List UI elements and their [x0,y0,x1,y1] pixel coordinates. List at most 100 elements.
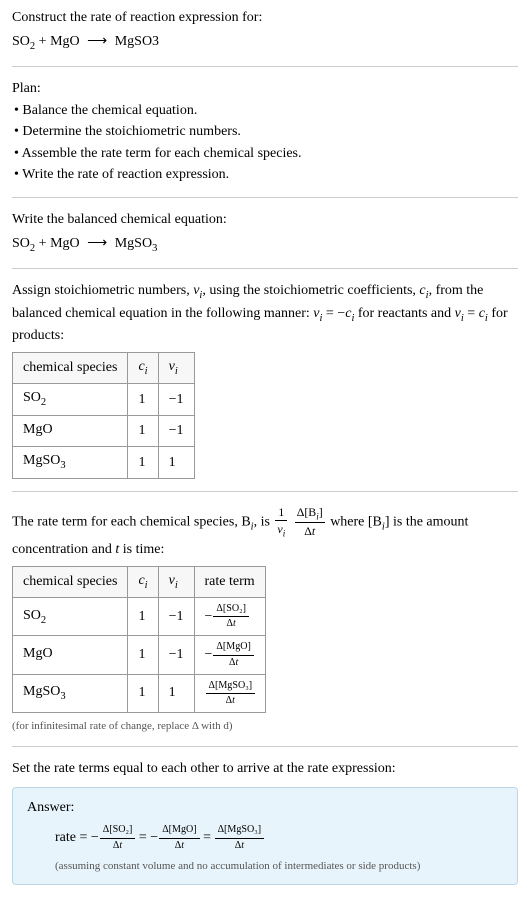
stoich-table: chemical species ci νi SO2 1 −1 MgO 1 −1… [12,352,195,479]
reactant-1: SO [12,236,30,251]
table-row: MgO 1 −1 −Δ[MgO]Δt [13,636,266,674]
infinitesimal-note: (for infinitesimal rate of change, repla… [12,719,518,734]
plan-section: Plan: • Balance the chemical equation. •… [12,79,518,185]
prompt-section: Construct the rate of reaction expressio… [12,8,518,54]
final-section: Set the rate terms equal to each other t… [12,759,518,779]
numerator: Δ[MgO] [159,823,199,838]
cell-nu: 1 [158,447,194,478]
text: 2 [41,397,46,408]
fraction: Δ[MgO]Δt [213,640,253,669]
fraction: Δ[Bi]Δt [295,504,325,541]
cell-species: SO2 [13,384,128,415]
fraction: 1νi [275,504,287,541]
divider [12,746,518,747]
final-heading: Set the rate terms equal to each other t… [12,759,518,779]
table-row: MgSO3 1 1 Δ[MgSO₃]Δt [13,674,266,712]
col-nui: νi [158,566,194,597]
cell-c: 1 [128,674,158,712]
prompt-equation: SO2 + MgO ⟶ MgSO3 [12,32,518,54]
text: 2 [41,614,46,625]
minus-sign: − [150,830,158,845]
arrow-icon: ⟶ [87,234,107,254]
table-header-row: chemical species ci νi rate term [13,566,266,597]
cell-species: MgSO3 [13,674,128,712]
rateterm-section: The rate term for each chemical species,… [12,504,518,735]
plan-bullet: • Determine the stoichiometric numbers. [14,122,518,142]
fraction: Δ[MgSO₃]Δt [215,823,265,852]
denominator: νi [275,521,287,540]
stoich-intro: Assign stoichiometric numbers, νi, using… [12,281,518,346]
answer-box: Answer: rate = −Δ[SO₂]Δt = −Δ[MgO]Δt = Δ… [12,787,518,885]
rateterm-table: chemical species ci νi rate term SO2 1 −… [12,566,266,713]
table-row: MgSO3 1 1 [13,447,195,478]
numerator: Δ[MgSO₃] [206,679,256,694]
col-nui: νi [158,352,194,383]
divider [12,491,518,492]
rateterm-intro: The rate term for each chemical species,… [12,504,518,560]
cell-rateterm: Δ[MgSO₃]Δt [194,674,266,712]
text: i [175,580,178,591]
numerator: Δ[MgSO₃] [215,823,265,838]
denominator: Δt [213,617,249,631]
equals: = [200,830,215,845]
numerator: Δ[SO₂] [100,823,136,838]
text: MgSO [23,453,60,468]
cell-species: SO2 [13,598,128,636]
cell-species: MgSO3 [13,447,128,478]
denominator: Δt [215,839,265,853]
table-row: SO2 1 −1 [13,384,195,415]
cell-c: 1 [128,415,158,446]
plan-bullet: • Balance the chemical equation. [14,101,518,121]
divider [12,197,518,198]
numerator: 1 [275,504,287,522]
balanced-equation: SO2 + MgO ⟶ MgSO3 [12,234,518,256]
reactant-2: MgO [50,236,80,251]
table-row: MgO 1 −1 [13,415,195,446]
cell-nu: 1 [158,674,194,712]
text: , is [254,514,274,529]
reactant-1: SO [12,34,30,49]
balanced-section: Write the balanced chemical equation: SO… [12,210,518,256]
fraction: Δ[MgO]Δt [159,823,199,852]
col-ci: ci [128,566,158,597]
plan-bullets: • Balance the chemical equation. • Deter… [14,101,518,185]
text: MgSO [23,684,60,699]
text: for reactants and [354,306,454,321]
numerator: Δ[Bi] [295,504,325,524]
denominator: Δt [206,694,256,708]
cell-nu: −1 [158,636,194,674]
assumption-note: (assuming constant volume and no accumul… [55,859,503,874]
text: = [464,306,479,321]
text: ] [319,505,323,519]
cell-c: 1 [128,598,158,636]
text: Assign stoichiometric numbers, [12,283,193,298]
col-species: chemical species [13,352,128,383]
divider [12,66,518,67]
balanced-heading: Write the balanced chemical equation: [12,210,518,230]
minus-sign: − [205,609,213,624]
text: 3 [60,460,65,471]
cell-species: MgO [13,636,128,674]
text: rate = [55,830,91,845]
plus: + [35,34,50,49]
text: i [283,529,285,539]
answer-label: Answer: [27,798,503,818]
text: i [145,365,148,376]
fraction: Δ[MgSO₃]Δt [206,679,256,708]
equals: = [135,830,150,845]
col-ci: ci [128,352,158,383]
table-row: SO2 1 −1 −Δ[SO₂]Δt [13,598,266,636]
text: i [145,580,148,591]
cell-rateterm: −Δ[SO₂]Δt [194,598,266,636]
cell-nu: −1 [158,598,194,636]
cell-rateterm: −Δ[MgO]Δt [194,636,266,674]
minus-sign: − [205,647,213,662]
text: The rate term for each chemical species,… [12,514,251,529]
text: = − [322,306,345,321]
numerator: Δ[MgO] [213,640,253,655]
reactant-2: MgO [50,34,80,49]
plan-bullet: • Write the rate of reaction expression. [14,165,518,185]
numerator: Δ[SO₂] [213,602,249,617]
denominator: Δt [295,523,325,540]
cell-nu: −1 [158,415,194,446]
